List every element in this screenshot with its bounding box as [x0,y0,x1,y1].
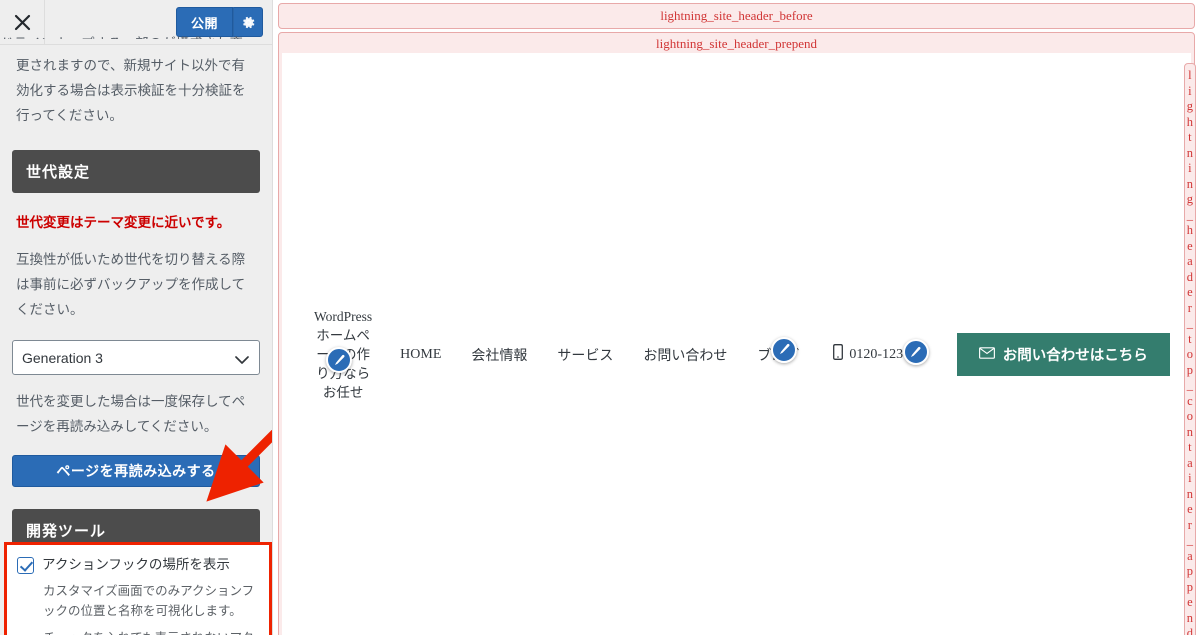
header-top-row: WordPressホームページの作り方ならお任せ HOME 会社情報 サービス … [282,53,1196,635]
generation-select-wrapper: Generation 3 [12,340,260,375]
header-telephone: 0120-123-4 [833,339,929,366]
pencil-edit-icon[interactable] [771,336,798,363]
generation-select[interactable]: Generation 3 [12,340,260,375]
reload-page-button[interactable]: ページを再読み込みする [12,455,260,487]
mobile-phone-icon [833,344,844,365]
generation-warning-text: 世代変更はテーマ変更に近いです。 [16,215,231,230]
generation-reload-note: 世代を変更した場合は一度保存してページを再読み込みしてください。 [16,394,246,434]
action-hook-checkbox-label: アクションフックの場所を表示 [42,557,230,572]
hook-block-site-header-prepend: lightning_site_header_prepend WordPressホ… [278,32,1196,635]
envelope-icon [978,347,995,363]
action-hook-desc-1: カスタマイズ画面でのみアクションフックの位置と名称を可視化します。 [43,584,255,618]
action-hook-desc-2: チェックを入れても表示されないアクションフックもあります。 [43,628,257,635]
header-nav-item-0[interactable]: HOME [400,347,441,363]
sidebar-body: ドラインナップする一部のが構成され変 更されますので、新規サイト以外で有効化する… [0,36,272,635]
sidebar-cutoff-text: ドラインナップする一部のが構成され変 [0,31,272,39]
checkbox-checked-icon[interactable] [17,557,34,574]
pencil-edit-icon[interactable] [902,339,929,366]
header-brand-tagline: WordPressホームページの作り方ならお任せ [314,307,372,402]
sidebar-intro-text: 更されますので、新規サイト以外で有効化する場合は表示検証を十分検証を行ってくださ… [16,58,246,123]
customizer-screen: 公開 ドラインナップする一部のが構成され変 更されますので、新規サイト以外で有効… [0,0,1200,635]
action-hook-checkbox-row[interactable]: アクションフックの場所を表示 [17,555,257,574]
header-nav: HOME 会社情報 サービス お問い合わせ ブログ [400,336,799,365]
site-header-top-container: WordPressホームページの作り方ならお任せ HOME 会社情報 サービス … [282,53,1196,635]
customizer-sidebar: 公開 ドラインナップする一部のが構成され変 更されますので、新規サイト以外で有効… [0,0,273,635]
header-nav-item-4-wrap: ブログ [757,336,799,365]
header-nav-item-2[interactable]: サービス [557,345,613,365]
hook-label-site-header-prepend: lightning_site_header_prepend [655,36,817,51]
devtools-option-highlight: アクションフックの場所を表示 カスタマイズ画面でのみアクションフックの位置と名称… [4,542,272,635]
site-preview-pane: lightning_site_header_before lightning_s… [273,0,1200,635]
generation-note-text: 互換性が低いため世代を切り替える際は事前に必ずバックアップを作成してください。 [16,252,246,317]
header-contact-button-label: お問い合わせはこちら [1002,348,1148,365]
hook-label-header-top-container-append: lightning_header_top_container_append [1183,63,1196,635]
hook-label-site-header-before: lightning_site_header_before [278,3,1195,29]
section-title-generation: 世代設定 [12,150,260,193]
header-nav-item-3[interactable]: お問い合わせ [643,345,727,365]
header-contact-button[interactable]: お問い合わせはこちら [956,333,1170,377]
header-nav-item-1[interactable]: 会社情報 [471,345,527,365]
